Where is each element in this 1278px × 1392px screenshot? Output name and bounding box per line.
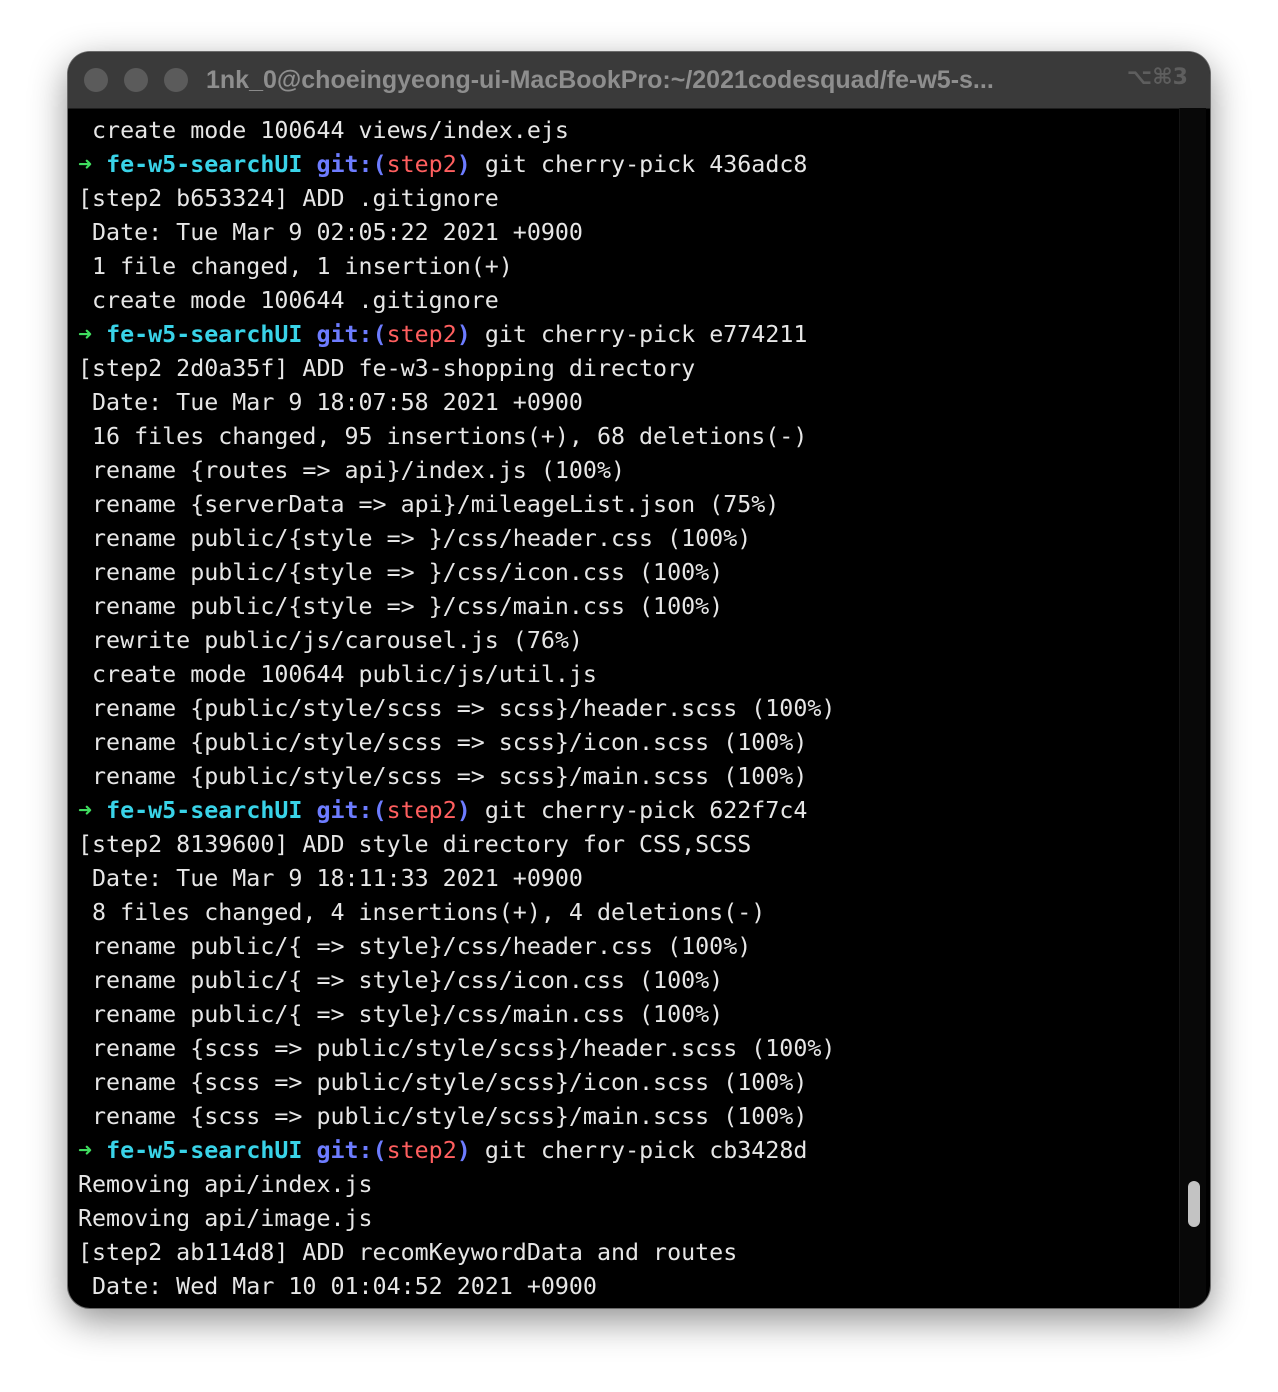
prompt-directory: fe-w5-searchUI [106, 151, 303, 178]
prompt-command: git cherry-pick 622f7c4 [484, 797, 808, 824]
prompt-line: ➜ fe-w5-searchUI git:(step2) git cherry-… [78, 318, 1178, 352]
prompt-command: git cherry-pick cb3428d [484, 1137, 808, 1164]
prompt-git-label: git:( [316, 797, 387, 824]
output-line: rename public/{style => }/css/icon.css (… [78, 559, 724, 586]
output-line: 8 files changed, 4 insertions(+), 4 dele… [78, 899, 766, 926]
output-line: rename public/{style => }/css/header.css… [78, 525, 752, 552]
prompt-git-label: git:( [316, 151, 387, 178]
output-line: rename {scss => public/style/scss}/icon.… [78, 1069, 808, 1096]
output-line: [step2 8139600] ADD style directory for … [78, 831, 752, 858]
output-line: rename {public/style/scss => scss}/icon.… [78, 729, 808, 756]
prompt-branch: step2 [386, 321, 457, 348]
output-line: rename {serverData => api}/mileageList.j… [78, 491, 780, 518]
output-line: rename public/{ => style}/css/header.css… [78, 933, 752, 960]
output-line: 1 file changed, 1 insertion(+) [78, 253, 513, 280]
output-line: Date: Tue Mar 9 18:11:33 2021 +0900 [78, 865, 583, 892]
terminal-output[interactable]: create mode 100644 views/index.ejs ➜ fe-w… [78, 114, 1178, 1304]
tab-shortcut-label: ⌥⌘3 [1126, 65, 1188, 90]
output-line: Date: Tue Mar 9 02:05:22 2021 +0900 [78, 219, 583, 246]
prompt-branch: step2 [386, 151, 457, 178]
prompt-line: ➜ fe-w5-searchUI git:(step2) git cherry-… [78, 148, 1178, 182]
output-line: Removing api/image.js [78, 1205, 373, 1232]
output-line: rename {scss => public/style/scss}/main.… [78, 1103, 808, 1130]
prompt-command: git cherry-pick 436adc8 [484, 151, 808, 178]
minimize-button-icon[interactable] [124, 68, 148, 92]
prompt-arrow-icon: ➜ [78, 797, 93, 824]
prompt-git-close: ) [456, 151, 471, 178]
output-line: Date: Tue Mar 9 18:07:58 2021 +0900 [78, 389, 583, 416]
output-line: rename public/{ => style}/css/main.css (… [78, 1001, 724, 1028]
prompt-arrow-icon: ➜ [78, 151, 93, 178]
prompt-directory: fe-w5-searchUI [106, 797, 303, 824]
output-line: Removing api/index.js [78, 1171, 373, 1198]
output-line: rename public/{ => style}/css/icon.css (… [78, 967, 724, 994]
prompt-arrow-icon: ➜ [78, 321, 93, 348]
scrollbar-thumb[interactable] [1188, 1181, 1200, 1227]
output-line: rename {public/style/scss => scss}/main.… [78, 763, 808, 790]
output-line: rename {routes => api}/index.js (100%) [78, 457, 626, 484]
prompt-command: git cherry-pick e774211 [484, 321, 808, 348]
prompt-branch: step2 [386, 797, 457, 824]
output-line: 16 files changed, 95 insertions(+), 68 d… [78, 423, 808, 450]
output-line: create mode 100644 views/index.ejs [78, 117, 569, 144]
close-button-icon[interactable] [84, 68, 108, 92]
prompt-line: ➜ fe-w5-searchUI git:(step2) git cherry-… [78, 1134, 1178, 1168]
output-line: Date: Wed Mar 10 01:04:52 2021 +0900 [78, 1273, 597, 1300]
output-line: create mode 100644 .gitignore [78, 287, 499, 314]
zoom-button-icon[interactable] [164, 68, 188, 92]
title-bar[interactable]: 1nk_0@choeingyeong-ui-MacBookPro:~/2021c… [68, 52, 1210, 109]
prompt-arrow-icon: ➜ [78, 1137, 93, 1164]
terminal-window: 1nk_0@choeingyeong-ui-MacBookPro:~/2021c… [68, 52, 1210, 1308]
prompt-git-close: ) [456, 1137, 471, 1164]
prompt-git-close: ) [456, 321, 471, 348]
scrollbar[interactable] [1179, 108, 1206, 1308]
output-line: rename public/{style => }/css/main.css (… [78, 593, 724, 620]
output-line: [step2 b653324] ADD .gitignore [78, 185, 499, 212]
prompt-line: ➜ fe-w5-searchUI git:(step2) git cherry-… [78, 794, 1178, 828]
prompt-git-close: ) [456, 797, 471, 824]
output-line: rewrite public/js/carousel.js (76%) [78, 627, 583, 654]
output-line: create mode 100644 public/js/util.js [78, 661, 597, 688]
prompt-branch: step2 [386, 1137, 457, 1164]
window-title: 1nk_0@choeingyeong-ui-MacBookPro:~/2021c… [206, 66, 994, 94]
prompt-git-label: git:( [316, 1137, 387, 1164]
prompt-directory: fe-w5-searchUI [106, 321, 303, 348]
output-line: rename {scss => public/style/scss}/heade… [78, 1035, 836, 1062]
prompt-git-label: git:( [316, 321, 387, 348]
output-line: [step2 2d0a35f] ADD fe-w3-shopping direc… [78, 355, 696, 382]
prompt-directory: fe-w5-searchUI [106, 1137, 303, 1164]
output-line: [step2 ab114d8] ADD recomKeywordData and… [78, 1239, 738, 1266]
output-line: rename {public/style/scss => scss}/heade… [78, 695, 836, 722]
